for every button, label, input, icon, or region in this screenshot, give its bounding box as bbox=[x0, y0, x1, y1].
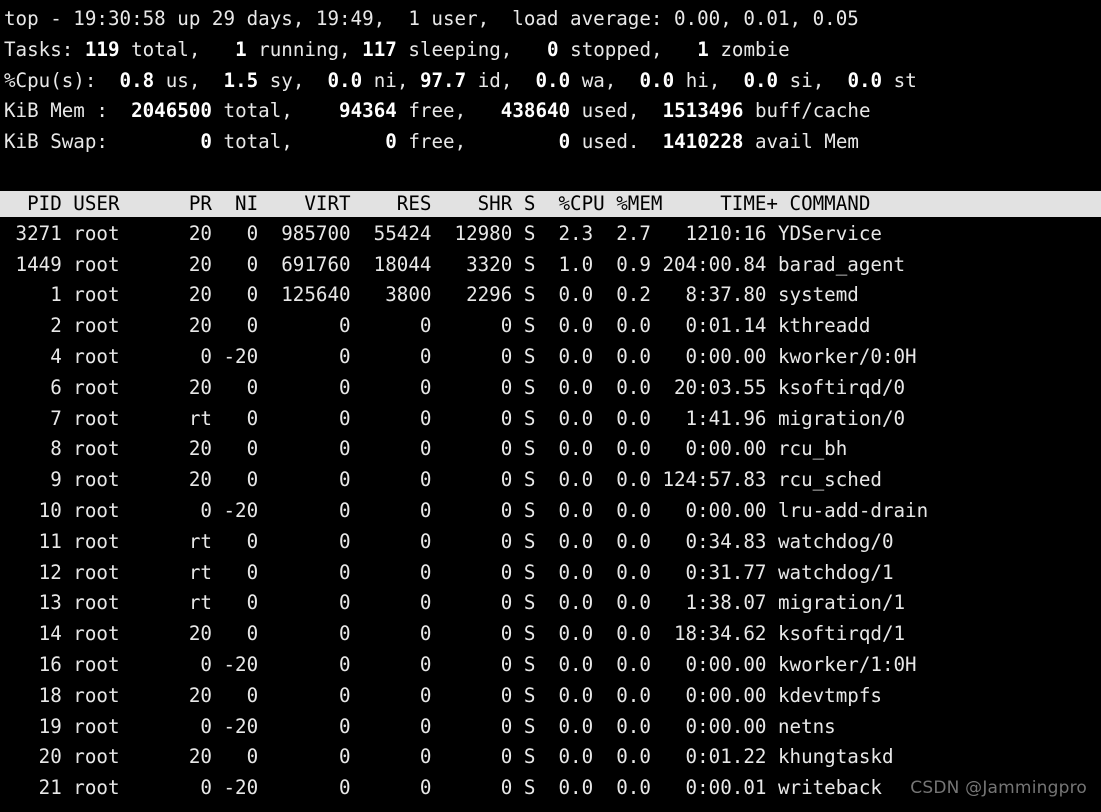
tasks-line: Tasks: 119 total, 1 running, 117 sleepin… bbox=[0, 35, 1101, 66]
cpu-sy-value: 1.5 bbox=[223, 68, 259, 92]
mem-label: KiB Mem : bbox=[4, 99, 108, 123]
tasks-total-value: 119 bbox=[84, 37, 120, 61]
table-row[interactable]: 1449 root 20 0 691760 18044 3320 S 1.0 0… bbox=[0, 250, 1101, 281]
cpu-sy-label: sy, bbox=[269, 68, 305, 92]
swap-label: KiB Swap: bbox=[4, 130, 108, 154]
mem-free-label: free, bbox=[408, 99, 467, 123]
swap-used-label: used. bbox=[581, 130, 640, 154]
swap-total-label: total, bbox=[223, 130, 293, 154]
cpu-id-value: 97.7 bbox=[419, 68, 467, 92]
cpu-line: %Cpu(s): 0.8 us, 1.5 sy, 0.0 ni, 97.7 id… bbox=[0, 66, 1101, 97]
table-row[interactable]: 16 root 0 -20 0 0 0 S 0.0 0.0 0:00.00 kw… bbox=[0, 650, 1101, 681]
top-summary-block: top - 19:30:58 up 29 days, 19:49, 1 user… bbox=[0, 0, 1101, 158]
cpu-wa-label: wa, bbox=[581, 68, 617, 92]
swap-free-value: 0 bbox=[385, 130, 397, 154]
tasks-sleeping-label: sleeping, bbox=[408, 37, 513, 61]
cpu-ni-label: ni, bbox=[373, 68, 409, 92]
process-table-header[interactable]: PID USER PR NI VIRT RES SHR S %CPU %MEM … bbox=[0, 190, 1101, 217]
cpu-id-label: id, bbox=[477, 68, 513, 92]
table-row[interactable]: 20 root 20 0 0 0 0 S 0.0 0.0 0:01.22 khu… bbox=[0, 742, 1101, 773]
swap-avail-value: 1410228 bbox=[662, 130, 744, 154]
mem-buffcache-label: buff/cache bbox=[754, 99, 871, 123]
cpu-label: %Cpu(s): bbox=[4, 68, 97, 92]
cpu-st-label: st bbox=[893, 68, 917, 92]
mem-line: KiB Mem : 2046500 total, 94364 free, 438… bbox=[0, 96, 1101, 127]
mem-used-label: used, bbox=[581, 99, 640, 123]
table-row[interactable]: 10 root 0 -20 0 0 0 S 0.0 0.0 0:00.00 lr… bbox=[0, 496, 1101, 527]
table-row[interactable]: 19 root 0 -20 0 0 0 S 0.0 0.0 0:00.00 ne… bbox=[0, 712, 1101, 743]
mem-total-label: total, bbox=[223, 99, 293, 123]
tasks-sleeping-value: 117 bbox=[362, 37, 397, 61]
cpu-si-label: si, bbox=[789, 68, 825, 92]
tasks-label: Tasks: bbox=[4, 37, 74, 61]
cpu-us-label: us, bbox=[165, 68, 201, 92]
swap-used-value: 0 bbox=[558, 130, 571, 154]
swap-total-value: 0 bbox=[200, 130, 212, 154]
table-row[interactable]: 8 root 20 0 0 0 0 S 0.0 0.0 0:00.00 rcu_… bbox=[0, 434, 1101, 465]
uptime-line: top - 19:30:58 up 29 days, 19:49, 1 user… bbox=[4, 7, 859, 30]
table-row[interactable]: 6 root 20 0 0 0 0 S 0.0 0.0 20:03.55 kso… bbox=[0, 373, 1101, 404]
cpu-hi-value: 0.0 bbox=[639, 68, 675, 92]
swap-line: KiB Swap: 0 total, 0 free, 0 used. 14102… bbox=[0, 127, 1101, 158]
table-row[interactable]: 7 root rt 0 0 0 0 S 0.0 0.0 1:41.96 migr… bbox=[0, 404, 1101, 435]
terminal-window[interactable]: top - 19:30:58 up 29 days, 19:49, 1 user… bbox=[0, 0, 1101, 812]
table-row[interactable]: 18 root 20 0 0 0 0 S 0.0 0.0 0:00.00 kde… bbox=[0, 681, 1101, 712]
table-row[interactable]: 3271 root 20 0 985700 55424 12980 S 2.3 … bbox=[0, 219, 1101, 250]
table-row[interactable]: 4 root 0 -20 0 0 0 S 0.0 0.0 0:00.00 kwo… bbox=[0, 342, 1101, 373]
mem-free-value: 94364 bbox=[339, 99, 397, 123]
tasks-stopped-label: stopped, bbox=[570, 37, 663, 61]
mem-total-value: 2046500 bbox=[131, 99, 212, 123]
table-row[interactable]: 11 root rt 0 0 0 0 S 0.0 0.0 0:34.83 wat… bbox=[0, 527, 1101, 558]
table-row[interactable]: 14 root 20 0 0 0 0 S 0.0 0.0 18:34.62 ks… bbox=[0, 619, 1101, 650]
tasks-stopped-value: 0 bbox=[547, 37, 559, 61]
cpu-si-value: 0.0 bbox=[743, 68, 779, 92]
mem-buffcache-value: 1513496 bbox=[662, 99, 744, 123]
table-row[interactable]: 2 root 20 0 0 0 0 S 0.0 0.0 0:01.14 kthr… bbox=[0, 311, 1101, 342]
tasks-running-value: 1 bbox=[235, 37, 247, 61]
table-row[interactable]: 9 root 20 0 0 0 0 S 0.0 0.0 124:57.83 rc… bbox=[0, 465, 1101, 496]
cpu-st-value: 0.0 bbox=[847, 68, 883, 92]
swap-avail-label: avail Mem bbox=[755, 130, 859, 154]
tasks-zombie-value: 1 bbox=[697, 37, 709, 61]
tasks-zombie-label: zombie bbox=[720, 37, 790, 61]
table-row[interactable]: 12 root rt 0 0 0 0 S 0.0 0.0 0:31.77 wat… bbox=[0, 558, 1101, 589]
mem-used-value: 438640 bbox=[500, 99, 571, 123]
cpu-wa-value: 0.0 bbox=[535, 68, 571, 92]
tasks-running-label: running, bbox=[258, 37, 351, 61]
cpu-hi-label: hi, bbox=[685, 68, 721, 92]
table-row[interactable]: 21 root 0 -20 0 0 0 S 0.0 0.0 0:00.01 wr… bbox=[0, 773, 1101, 804]
cpu-ni-value: 0.0 bbox=[327, 68, 363, 92]
swap-free-label: free, bbox=[408, 130, 467, 154]
process-table-body[interactable]: 3271 root 20 0 985700 55424 12980 S 2.3 … bbox=[0, 219, 1101, 804]
cpu-us-value: 0.8 bbox=[119, 68, 155, 92]
table-row[interactable]: 13 root rt 0 0 0 0 S 0.0 0.0 1:38.07 mig… bbox=[0, 588, 1101, 619]
tasks-total-label: total, bbox=[131, 37, 201, 61]
table-row[interactable]: 1 root 20 0 125640 3800 2296 S 0.0 0.2 8… bbox=[0, 280, 1101, 311]
